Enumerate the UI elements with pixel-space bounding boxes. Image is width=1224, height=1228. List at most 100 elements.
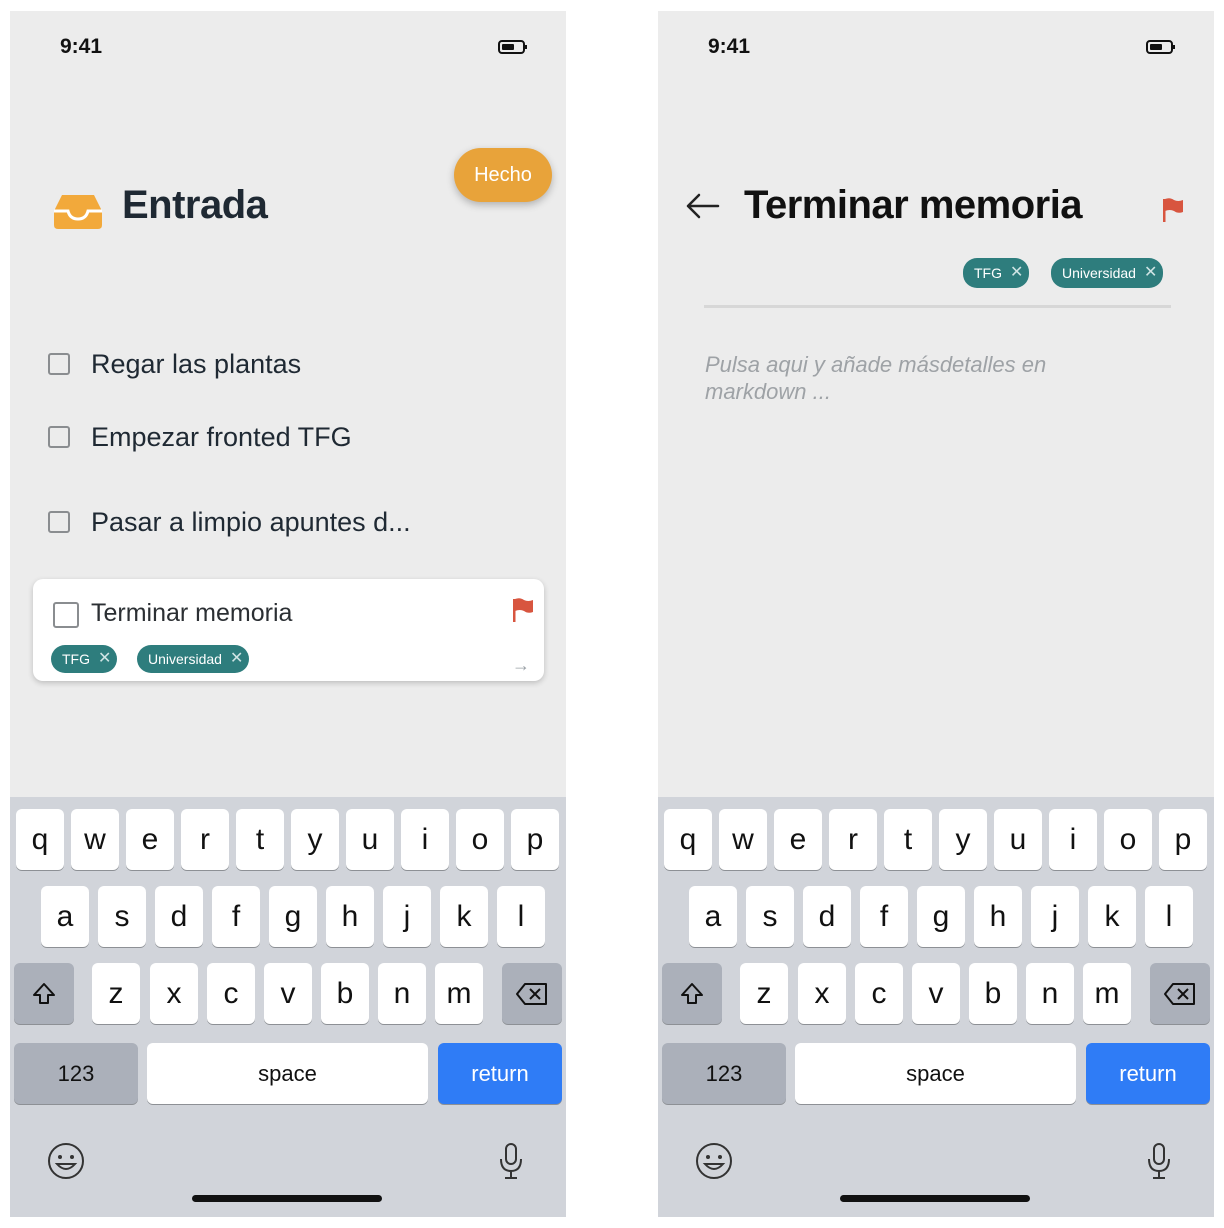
emoji-icon[interactable] — [694, 1141, 734, 1181]
key-q[interactable]: q — [16, 809, 64, 870]
numbers-key[interactable]: 123 — [662, 1043, 786, 1104]
backspace-icon — [516, 982, 547, 1005]
key-i[interactable]: i — [401, 809, 449, 870]
key-k[interactable]: k — [1088, 886, 1136, 947]
space-key[interactable]: space — [147, 1043, 428, 1104]
key-o[interactable]: o — [456, 809, 504, 870]
backspace-key[interactable] — [1150, 963, 1210, 1024]
key-h[interactable]: h — [326, 886, 374, 947]
key-e[interactable]: e — [774, 809, 822, 870]
key-v[interactable]: v — [912, 963, 960, 1024]
key-r[interactable]: r — [829, 809, 877, 870]
key-w[interactable]: w — [71, 809, 119, 870]
key-v[interactable]: v — [264, 963, 312, 1024]
shift-key[interactable] — [662, 963, 722, 1024]
divider — [704, 305, 1171, 308]
key-m[interactable]: m — [435, 963, 483, 1024]
emoji-icon[interactable] — [46, 1141, 86, 1181]
shift-key[interactable] — [14, 963, 74, 1024]
backspace-key[interactable] — [502, 963, 562, 1024]
key-s[interactable]: s — [746, 886, 794, 947]
task-item[interactable]: Pasar a limpio apuntes d... — [48, 502, 411, 542]
key-y[interactable]: y — [291, 809, 339, 870]
key-a[interactable]: a — [689, 886, 737, 947]
detail-screen: 9:41 Terminar memoria TFG ✕ Universidad … — [658, 11, 1214, 1217]
remove-tag-icon[interactable]: ✕ — [1144, 265, 1157, 281]
key-k[interactable]: k — [440, 886, 488, 947]
task-title-input[interactable]: Terminar memoria — [91, 599, 292, 628]
microphone-icon[interactable] — [498, 1141, 524, 1181]
numbers-key[interactable]: 123 — [14, 1043, 138, 1104]
key-h[interactable]: h — [974, 886, 1022, 947]
notes-input[interactable]: Pulsa aqui y añade másdetalles en markdo… — [705, 351, 1125, 405]
key-l[interactable]: l — [1145, 886, 1193, 947]
microphone-icon[interactable] — [1146, 1141, 1172, 1181]
detail-title[interactable]: Terminar memoria — [744, 183, 1083, 228]
task-checkbox[interactable] — [48, 426, 70, 448]
key-j[interactable]: j — [383, 886, 431, 947]
key-c[interactable]: c — [855, 963, 903, 1024]
key-b[interactable]: b — [321, 963, 369, 1024]
key-f[interactable]: f — [860, 886, 908, 947]
key-f[interactable]: f — [212, 886, 260, 947]
back-arrow-icon[interactable] — [684, 191, 720, 221]
editing-task-card[interactable]: Terminar memoria TFG ✕ Universidad ✕ → — [33, 579, 544, 681]
task-item[interactable]: Regar las plantas — [48, 344, 301, 384]
task-checkbox[interactable] — [48, 511, 70, 533]
key-z[interactable]: z — [92, 963, 140, 1024]
key-b[interactable]: b — [969, 963, 1017, 1024]
key-w[interactable]: w — [719, 809, 767, 870]
key-i[interactable]: i — [1049, 809, 1097, 870]
key-x[interactable]: x — [798, 963, 846, 1024]
task-label: Regar las plantas — [91, 348, 302, 379]
return-key[interactable]: return — [1086, 1043, 1210, 1104]
task-checkbox[interactable] — [53, 602, 79, 628]
flag-icon[interactable] — [511, 597, 535, 623]
key-g[interactable]: g — [917, 886, 965, 947]
tag-chip[interactable]: Universidad ✕ — [1051, 258, 1164, 288]
key-a[interactable]: a — [41, 886, 89, 947]
key-t[interactable]: t — [884, 809, 932, 870]
key-z[interactable]: z — [740, 963, 788, 1024]
key-o[interactable]: o — [1104, 809, 1152, 870]
key-r[interactable]: r — [181, 809, 229, 870]
tag-label: TFG — [62, 651, 90, 667]
remove-tag-icon[interactable]: ✕ — [230, 651, 243, 667]
tag-chip[interactable]: Universidad ✕ — [137, 645, 250, 673]
key-u[interactable]: u — [994, 809, 1042, 870]
space-key[interactable]: space — [795, 1043, 1076, 1104]
inbox-icon — [54, 195, 102, 229]
key-n[interactable]: n — [1026, 963, 1074, 1024]
key-u[interactable]: u — [346, 809, 394, 870]
key-c[interactable]: c — [207, 963, 255, 1024]
tag-chip[interactable]: TFG ✕ — [51, 645, 118, 673]
return-key[interactable]: return — [438, 1043, 562, 1104]
key-m[interactable]: m — [1083, 963, 1131, 1024]
task-item[interactable]: Empezar fronted TFG — [48, 417, 352, 457]
remove-tag-icon[interactable]: ✕ — [98, 651, 111, 667]
task-checkbox[interactable] — [48, 353, 70, 375]
key-s[interactable]: s — [98, 886, 146, 947]
key-y[interactable]: y — [939, 809, 987, 870]
home-indicator[interactable] — [192, 1195, 382, 1202]
key-g[interactable]: g — [269, 886, 317, 947]
inbox-screen: 9:41 Hecho Entrada Regar las plantas Emp… — [10, 11, 566, 1217]
key-p[interactable]: p — [1159, 809, 1207, 870]
key-d[interactable]: d — [803, 886, 851, 947]
tag-label: Universidad — [1062, 265, 1136, 281]
key-t[interactable]: t — [236, 809, 284, 870]
home-indicator[interactable] — [840, 1195, 1030, 1202]
key-d[interactable]: d — [155, 886, 203, 947]
key-l[interactable]: l — [497, 886, 545, 947]
key-n[interactable]: n — [378, 963, 426, 1024]
key-q[interactable]: q — [664, 809, 712, 870]
tag-chip[interactable]: TFG ✕ — [963, 258, 1030, 288]
done-button[interactable]: Hecho — [454, 148, 552, 202]
remove-tag-icon[interactable]: ✕ — [1010, 265, 1023, 281]
key-e[interactable]: e — [126, 809, 174, 870]
key-j[interactable]: j — [1031, 886, 1079, 947]
flag-icon[interactable] — [1161, 197, 1185, 223]
open-detail-icon[interactable]: → — [512, 655, 530, 676]
key-x[interactable]: x — [150, 963, 198, 1024]
key-p[interactable]: p — [511, 809, 559, 870]
